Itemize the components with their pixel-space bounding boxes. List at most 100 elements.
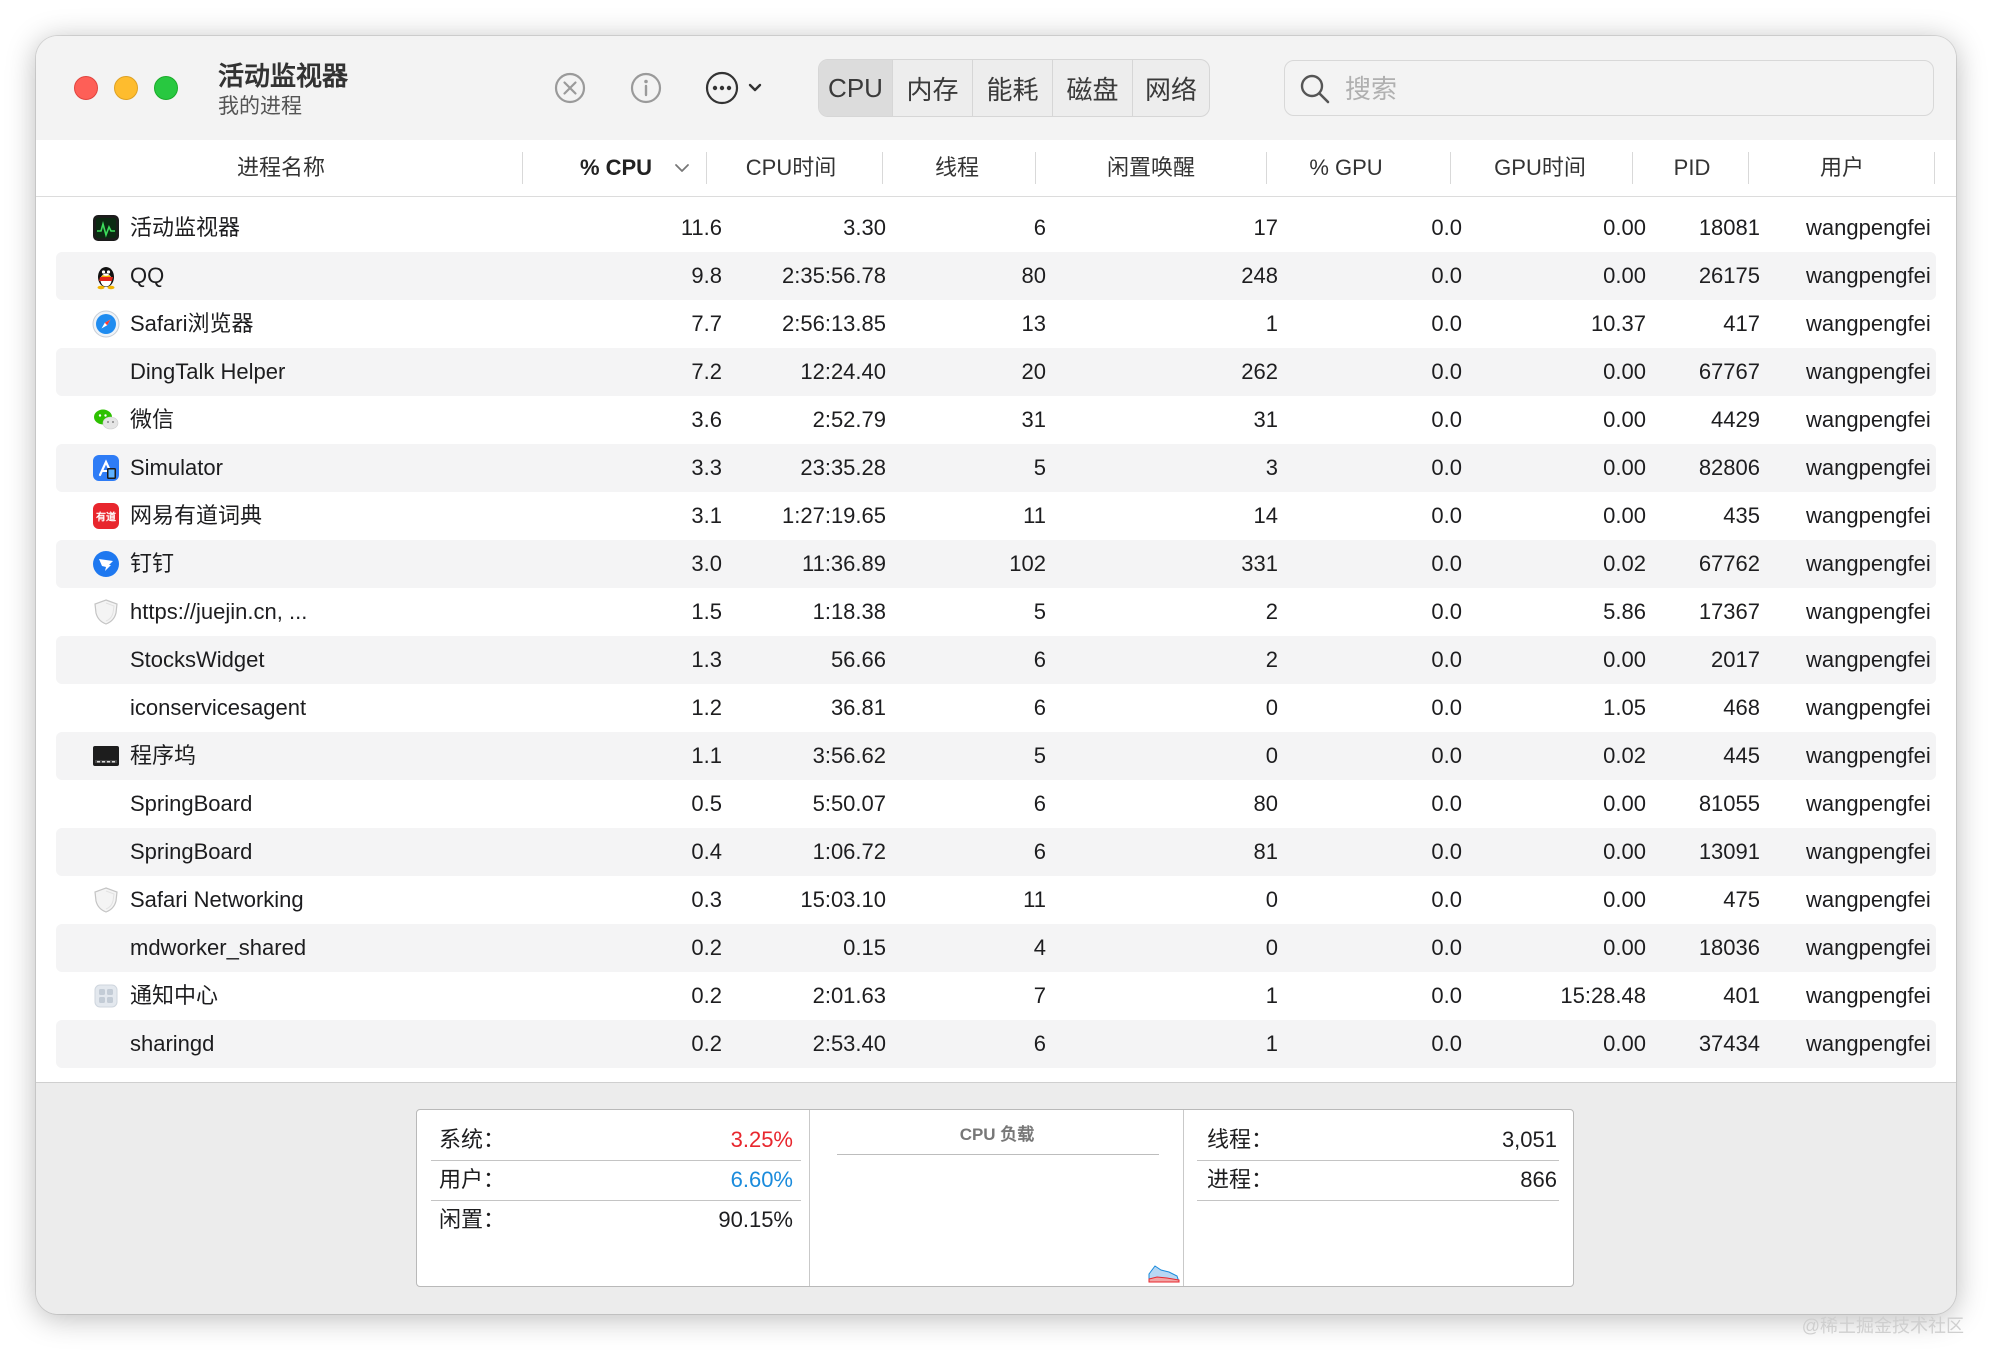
table-row[interactable]: 有道 网易有道词典 3.1 1:27:19.65 11 14 0.0 0.00 435 wangp…: [56, 492, 1936, 540]
close-window-button[interactable]: [74, 76, 98, 100]
cell-gpu-percent: 0.0: [1431, 887, 1462, 912]
cell-cpu-time: 15:03.10: [800, 887, 886, 912]
cell-cpu-percent: 9.8: [691, 263, 722, 288]
toolbar: 活动监视器 我的进程 CPU 内存 能耗 磁盘 网络 搜索: [36, 36, 1956, 141]
cell-cpu-percent: 0.3: [691, 887, 722, 912]
tab-energy[interactable]: 能耗: [973, 60, 1053, 116]
cell-cpu-time: 2:53.40: [812, 1031, 886, 1056]
cell-gpu-time: 0.00: [1603, 1031, 1646, 1056]
cell-gpu-time: 0.00: [1603, 887, 1646, 912]
zoom-window-button[interactable]: [154, 76, 178, 100]
column-header-pid[interactable]: PID: [1642, 140, 1742, 196]
cell-cpu-percent: 11.6: [680, 215, 722, 240]
cell-process-name: 钉钉: [130, 551, 175, 576]
cell-cpu-percent: 3.1: [691, 503, 722, 528]
info-button[interactable]: [626, 68, 666, 108]
cell-gpu-percent: 0.0: [1431, 743, 1462, 768]
sort-descending-icon: [675, 164, 689, 172]
column-header-idle-wakeups[interactable]: 闲置唤醒: [1046, 140, 1256, 196]
table-row[interactable]: iconservicesagent 1.2 36.81 6 0 0.0 1.05 468 wan…: [56, 684, 1936, 732]
cell-gpu-time: 0.00: [1603, 359, 1646, 384]
table-row[interactable]: sharingd 0.2 2:53.40 6 1 0.0 0.00 37434 wangpeng…: [56, 1020, 1936, 1068]
shield-icon: [92, 886, 120, 914]
table-row[interactable]: mdworker_shared 0.2 0.15 4 0 0.0 0.00 18036 wang…: [56, 924, 1936, 972]
cell-threads: 6: [1033, 695, 1046, 720]
table-row[interactable]: 活动监视器 11.6 3.30 6 17 0.0 0.00 18081 wangpengfei: [56, 204, 1936, 252]
table-row[interactable]: Safari Networking 0.3 15:03.10 11 0 0.0 0.00 47…: [56, 876, 1936, 924]
activity-monitor-window: 活动监视器 我的进程 CPU 内存 能耗 磁盘 网络 搜索 进程名称 % CPU…: [36, 36, 1956, 1314]
table-row[interactable]: 钉钉 3.0 11:36.89 102 331 0.0 0.02 67762 wangpengf…: [56, 540, 1936, 588]
table-row[interactable]: Safari浏览器 7.7 2:56:13.85 13 1 0.0 10.37 417 wang…: [56, 300, 1936, 348]
search-field[interactable]: [1284, 60, 1934, 116]
cell-process-name: SpringBoard: [130, 839, 253, 864]
table-header: 进程名称 % CPU CPU时间 线程 闲置唤醒 % GPU GPU时间 PID…: [36, 140, 1956, 197]
column-header-gpu-percent[interactable]: % GPU: [1276, 140, 1416, 196]
table-row[interactable]: StocksWidget 1.3 56.66 6 2 0.0 0.00 2017 wangpen…: [56, 636, 1936, 684]
cell-cpu-time: 0.15: [843, 935, 886, 960]
minimize-window-button[interactable]: [114, 76, 138, 100]
column-header-cpu-time[interactable]: CPU时间: [716, 140, 866, 196]
cell-gpu-time: 0.00: [1603, 455, 1646, 480]
cell-cpu-percent: 1.5: [691, 599, 722, 624]
cell-cpu-percent: 0.5: [691, 791, 722, 816]
column-header-process-name[interactable]: 进程名称: [136, 140, 426, 196]
cell-process-name: 程序坞: [130, 743, 197, 768]
search-input[interactable]: [1343, 67, 1907, 111]
cell-idle-wakeups: 262: [1241, 359, 1278, 384]
cell-cpu-time: 3:56.62: [812, 743, 886, 768]
stat-user: 用户： 6.60%: [439, 1160, 793, 1200]
cell-cpu-percent: 1.1: [691, 743, 722, 768]
table-row[interactable]: SpringBoard 0.5 5:50.07 6 80 0.0 0.00 81055 wang…: [56, 780, 1936, 828]
cell-process-name: SpringBoard: [130, 791, 253, 816]
table-row[interactable]: 微信 3.6 2:52.79 31 31 0.0 0.00 4429 wangpengfei: [56, 396, 1936, 444]
dingtalk-icon: [92, 550, 120, 578]
cell-gpu-time: 0.00: [1603, 935, 1646, 960]
cell-idle-wakeups: 80: [1253, 791, 1278, 816]
table-row[interactable]: https://juejin.cn, ... 1.5 1:18.38 5 2 0.0 5.8…: [56, 588, 1936, 636]
stat-system-value: 3.25%: [730, 1127, 793, 1152]
cell-threads: 5: [1033, 599, 1046, 624]
cell-idle-wakeups: 1: [1265, 311, 1278, 336]
stat-idle-label: 闲置：: [439, 1207, 506, 1232]
column-header-gpu-time[interactable]: GPU时间: [1460, 140, 1620, 196]
cell-gpu-percent: 0.0: [1431, 215, 1462, 240]
cell-user: wangpengfei: [1806, 311, 1931, 336]
table-row[interactable]: 程序坞 1.1 3:56.62 5 0 0.0 0.02 445 wangpengfei: [56, 732, 1936, 780]
stat-system: 系统： 3.25%: [439, 1120, 793, 1160]
cell-threads: 6: [1033, 647, 1046, 672]
column-header-cpu-percent[interactable]: % CPU: [556, 140, 676, 196]
cell-user: wangpengfei: [1806, 503, 1931, 528]
table-row[interactable]: DingTalk Helper 7.2 12:24.40 20 262 0.0 0.00 67…: [56, 348, 1936, 396]
stop-process-button[interactable]: [550, 68, 590, 108]
cpu-summary-panel: 系统： 3.25% 用户： 6.60% 闲置： 90.15% CPU 负载 线程…: [416, 1109, 1574, 1287]
tab-disk[interactable]: 磁盘: [1053, 60, 1133, 116]
cell-idle-wakeups: 0: [1265, 743, 1278, 768]
cell-gpu-time: 1.05: [1603, 695, 1646, 720]
wechat-icon: [92, 406, 120, 434]
cell-pid: 37434: [1698, 1031, 1760, 1056]
more-actions-button[interactable]: [702, 68, 774, 108]
cell-cpu-percent: 1.3: [691, 647, 722, 672]
cell-cpu-time: 2:35:56.78: [782, 263, 886, 288]
table-row[interactable]: 通知中心 0.2 2:01.63 7 1 0.0 15:28.48 401 wangpengfe…: [56, 972, 1936, 1020]
table-row[interactable]: QQ 9.8 2:35:56.78 80 248 0.0 0.00 26175 wangpeng…: [56, 252, 1936, 300]
info-icon: [630, 72, 662, 104]
column-header-threads[interactable]: 线程: [892, 140, 1022, 196]
cell-cpu-time: 23:35.28: [800, 455, 886, 480]
cell-cpu-percent: 3.0: [691, 551, 722, 576]
cell-user: wangpengfei: [1806, 263, 1931, 288]
tab-memory[interactable]: 内存: [893, 60, 973, 116]
cell-process-name: sharingd: [130, 1031, 215, 1056]
tab-cpu[interactable]: CPU: [819, 60, 893, 116]
table-row[interactable]: SpringBoard 0.4 1:06.72 6 81 0.0 0.00 13091 wang…: [56, 828, 1936, 876]
cell-gpu-percent: 0.0: [1431, 503, 1462, 528]
tab-network[interactable]: 网络: [1133, 60, 1209, 116]
table-row[interactable]: Simulator 3.3 23:35.28 5 3 0.0 0.00 82806 wangpe…: [56, 444, 1936, 492]
cpu-load-graph: [1148, 1265, 1180, 1283]
cell-cpu-time: 12:24.40: [800, 359, 886, 384]
column-header-user[interactable]: 用户: [1758, 140, 1926, 196]
stat-threads: 线程： 3,051: [1207, 1120, 1557, 1160]
cell-cpu-percent: 1.2: [691, 695, 722, 720]
cell-threads: 102: [1009, 551, 1046, 576]
cell-process-name: https://juejin.cn, ...: [130, 599, 308, 624]
